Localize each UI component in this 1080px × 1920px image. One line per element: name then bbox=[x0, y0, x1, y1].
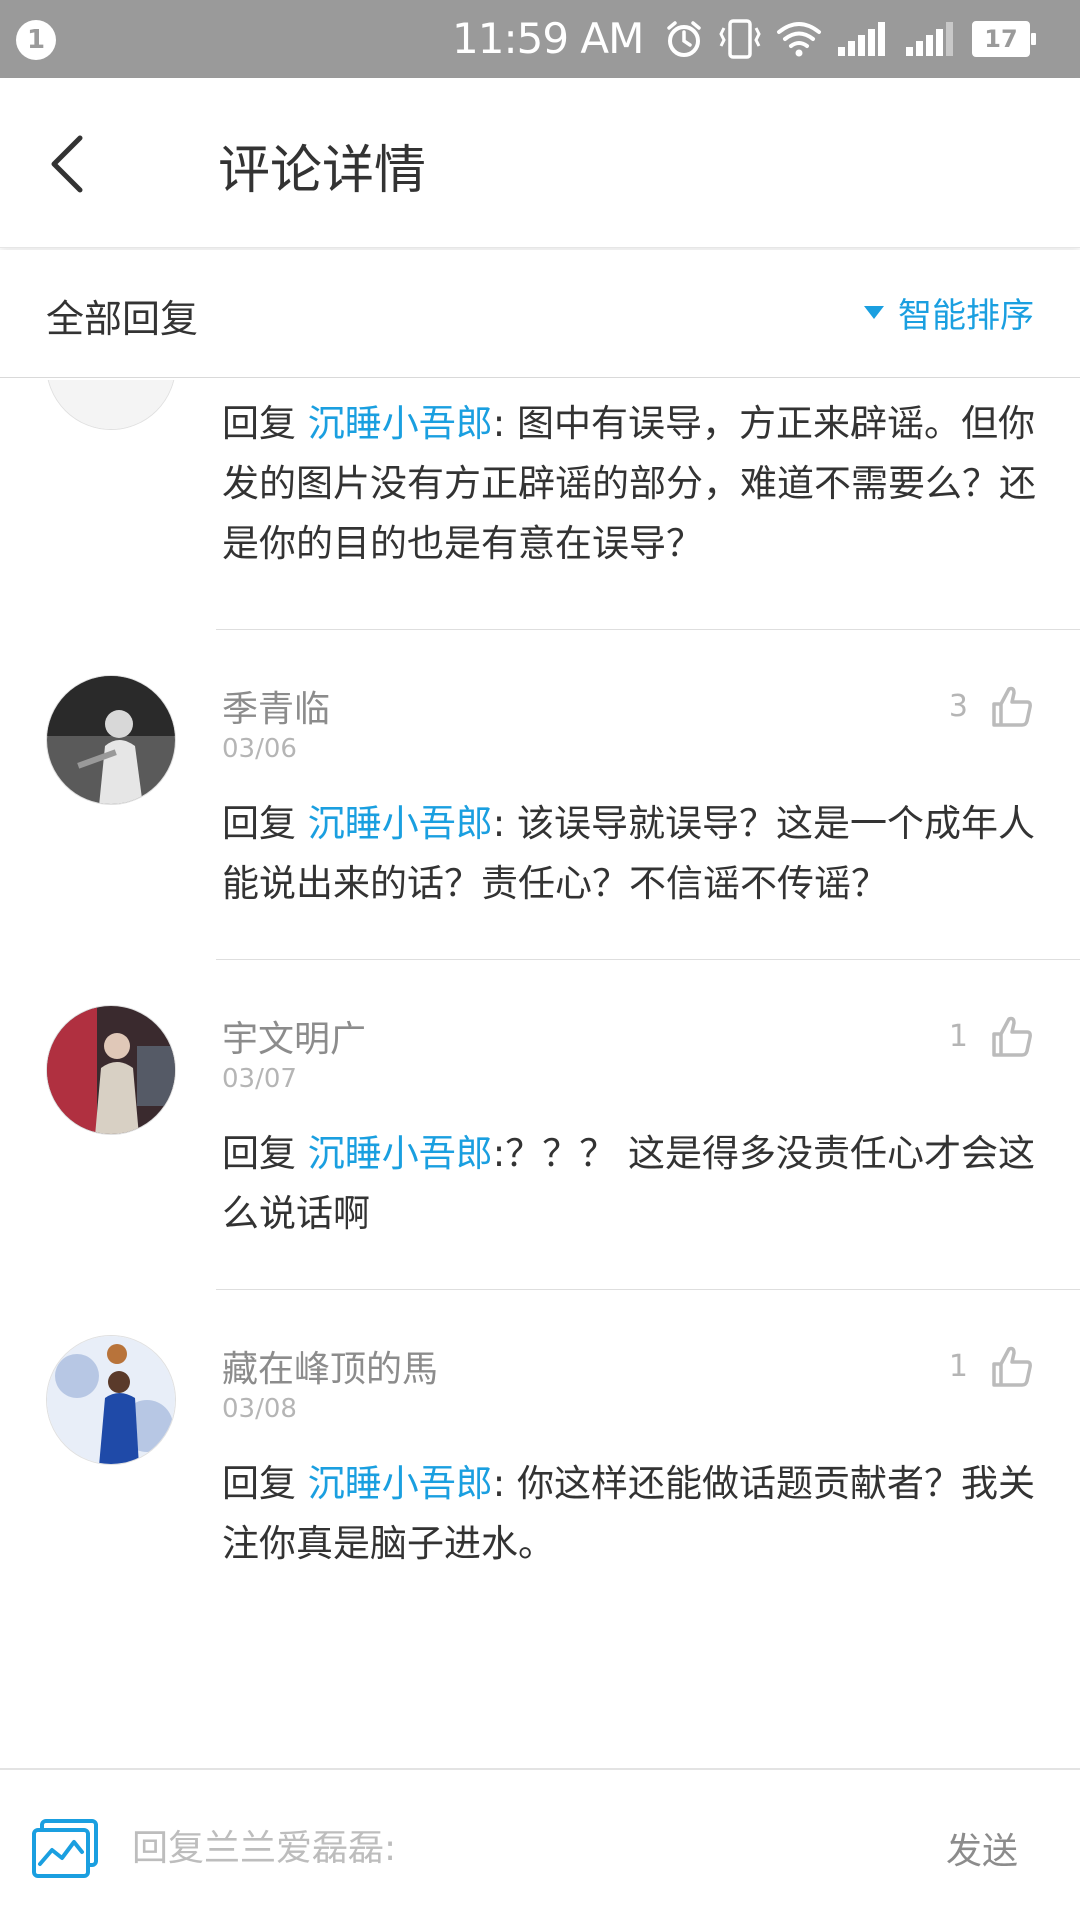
like-count: 1 bbox=[948, 1018, 968, 1054]
mention-link[interactable]: 沉睡小吾郎 bbox=[308, 1462, 493, 1505]
like-button[interactable]: 1 bbox=[949, 1344, 1034, 1388]
thumbs-up-icon bbox=[992, 1346, 1032, 1387]
title-bar: 评论详情 bbox=[0, 78, 1080, 248]
status-icons: 17 bbox=[664, 18, 1036, 60]
like-count: 1 bbox=[948, 1348, 968, 1384]
chevron-left-icon bbox=[51, 135, 83, 193]
commenter-name[interactable]: 宇文明广 bbox=[222, 1010, 366, 1062]
like-count: 3 bbox=[948, 688, 968, 724]
avatar[interactable] bbox=[46, 380, 176, 430]
comment-item[interactable]: 宇文明广 03/07 1 回复 沉睡小吾郎:？？？ 这是得多没责任心才会这么说话… bbox=[0, 960, 1080, 1290]
status-time: 11:59 AM bbox=[452, 14, 644, 63]
image-icon bbox=[32, 1819, 98, 1878]
vibrate-icon bbox=[719, 19, 761, 59]
all-replies-label: 全部回复 bbox=[46, 297, 199, 341]
thumbs-up-icon bbox=[992, 686, 1032, 727]
comment-date: 03/06 bbox=[222, 734, 297, 764]
avatar[interactable] bbox=[46, 1335, 176, 1465]
reply-input[interactable] bbox=[132, 1816, 892, 1880]
comment-text: 回复 沉睡小吾郎: 图中有误导，方正来辟谣。但你发的图片没有方正辟谣的部分，难道… bbox=[222, 402, 1036, 565]
comment-text: 回复 沉睡小吾郎: 该误导就误导？这是一个成年人能说出来的话？责任心？不信谣不传… bbox=[222, 802, 1035, 905]
comment-item[interactable]: 藏在峰顶的馬 03/08 1 回复 沉睡小吾郎: 你这样还能做话题贡献者？我关注… bbox=[0, 1290, 1080, 1618]
back-button[interactable] bbox=[34, 122, 104, 202]
comment-item[interactable]: 季青临 03/06 3 回复 沉睡小吾郎: 该误导就误导？这是一个成年人能说出来… bbox=[0, 630, 1080, 960]
notification-badge: 1 bbox=[16, 20, 56, 60]
insert-image-button[interactable] bbox=[30, 1818, 100, 1880]
alarm-icon bbox=[667, 21, 701, 57]
mention-link[interactable]: 沉睡小吾郎 bbox=[308, 1132, 493, 1175]
thumbs-up-icon bbox=[992, 1016, 1032, 1057]
caret-down-icon bbox=[864, 306, 884, 319]
comment-text: 回复 沉睡小吾郎: 你这样还能做话题贡献者？我关注你真是脑子进水。 bbox=[222, 1462, 1035, 1565]
page-title: 评论详情 bbox=[218, 141, 427, 201]
sort-label: 智能排序 bbox=[898, 296, 1034, 336]
wifi-icon bbox=[777, 22, 821, 57]
status-bar: 1 11:59 AM 17 bbox=[0, 0, 1080, 78]
commenter-name[interactable]: 藏在峰顶的馬 bbox=[222, 1340, 438, 1392]
comment-date: 03/07 bbox=[222, 1064, 297, 1094]
sort-dropdown[interactable]: 智能排序 bbox=[864, 288, 1034, 337]
mention-link[interactable]: 沉睡小吾郎 bbox=[308, 802, 493, 845]
comment-list[interactable]: 回复 沉睡小吾郎: 图中有误导，方正来辟谣。但你发的图片没有方正辟谣的部分，难道… bbox=[0, 380, 1080, 1618]
signal-icon bbox=[838, 22, 885, 56]
avatar[interactable] bbox=[46, 675, 176, 805]
avatar[interactable] bbox=[46, 1005, 176, 1135]
send-button[interactable]: 发送 bbox=[946, 1822, 1018, 1874]
like-button[interactable]: 3 bbox=[949, 684, 1034, 728]
comment-text: 回复 沉睡小吾郎:？？？ 这是得多没责任心才会这么说话啊 bbox=[222, 1132, 1035, 1235]
comment-date: 03/08 bbox=[222, 1394, 297, 1424]
signal-icon bbox=[906, 22, 953, 56]
battery-indicator: 17 bbox=[972, 21, 1036, 57]
like-button[interactable]: 1 bbox=[949, 1014, 1034, 1058]
reply-input-bar: 发送 bbox=[0, 1768, 1080, 1920]
commenter-name[interactable]: 季青临 bbox=[222, 680, 330, 732]
filter-bar: 全部回复 智能排序 bbox=[0, 250, 1080, 378]
comment-item[interactable]: 回复 沉睡小吾郎: 图中有误导，方正来辟谣。但你发的图片没有方正辟谣的部分，难道… bbox=[0, 380, 1080, 630]
mention-link[interactable]: 沉睡小吾郎 bbox=[308, 402, 493, 445]
